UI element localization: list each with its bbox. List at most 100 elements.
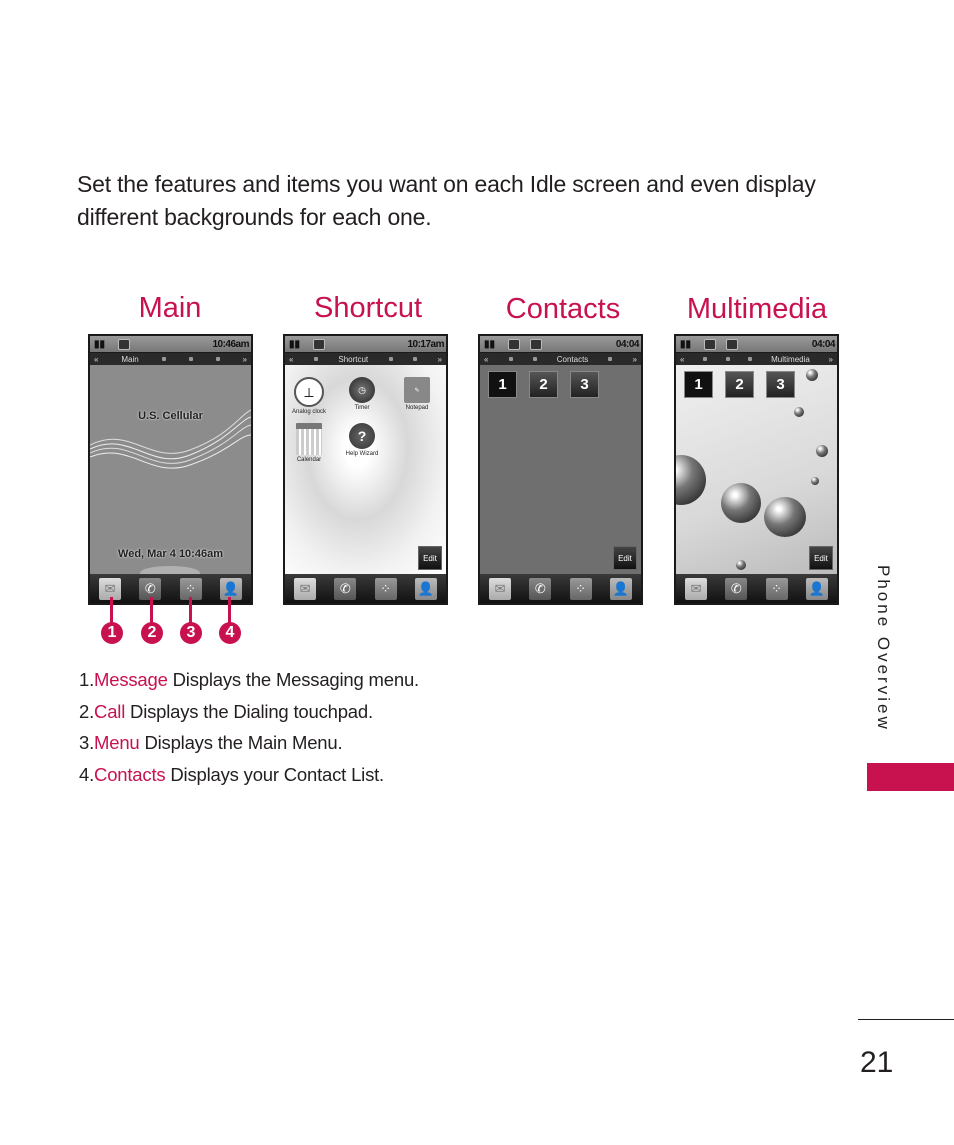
shortcut-timer[interactable]: ◷ Timer: [340, 377, 384, 411]
page-dot[interactable]: [313, 357, 318, 361]
shortcut-calendar[interactable]: Calendar: [287, 423, 331, 463]
tab-3[interactable]: 3: [570, 371, 599, 398]
next-screen-icon[interactable]: »: [829, 355, 833, 364]
callout-line: [189, 597, 192, 623]
prev-screen-icon[interactable]: «: [484, 355, 488, 364]
item-key: Call: [94, 700, 126, 722]
status-time: 10:46am: [212, 338, 249, 350]
contacts-icon[interactable]: 👤: [609, 577, 632, 600]
status-bar: ▮▮ 04:04: [480, 336, 641, 352]
section-side-label: Phone Overview: [874, 565, 893, 732]
page-dot[interactable]: [215, 357, 220, 361]
page-dot[interactable]: [413, 357, 418, 361]
item-number: 3.: [79, 732, 95, 753]
date-time: Wed, Mar 4 10:46am: [118, 548, 223, 560]
wallpaper: U.S. Cellular Wed, Mar 4 10:46am: [90, 365, 251, 574]
menu-icon[interactable]: ⁘: [374, 577, 397, 600]
page-dot[interactable]: [748, 357, 753, 361]
item-number: 2.: [79, 700, 95, 722]
dock: ✉ ✆ ⁘ 👤: [90, 574, 251, 603]
tab-3[interactable]: 3: [766, 371, 795, 398]
signal-icon: ▮▮: [94, 338, 106, 350]
callout-line: [228, 597, 231, 623]
call-icon[interactable]: ✆: [334, 577, 357, 600]
legend-item: 1.Message Displays the Messaging menu.: [79, 664, 419, 696]
shortcut-label: Notepad: [405, 405, 429, 411]
prev-screen-icon[interactable]: «: [94, 355, 98, 364]
shortcut-label: Calendar: [296, 457, 322, 463]
app-icon: [704, 338, 716, 350]
prev-screen-icon[interactable]: «: [680, 355, 684, 364]
shortcut-analog-clock[interactable]: ⟂ Analog clock: [287, 377, 331, 415]
phone-screen-main: ▮▮ 10:46am « Main » U.S. Cellular Wed, M…: [88, 334, 253, 605]
wallpaper: 1 2 3 Edit: [480, 365, 641, 574]
edit-button[interactable]: Edit: [809, 546, 833, 570]
carrier-name: U.S. Cellular: [138, 410, 203, 422]
screen-title-shortcut: Shortcut: [314, 292, 422, 324]
next-screen-icon[interactable]: »: [633, 355, 637, 364]
intro-paragraph: Set the features and items you want on e…: [77, 171, 816, 230]
nav-label: Contacts: [556, 354, 589, 364]
legend-list: 1.Message Displays the Messaging menu. 2…: [79, 664, 419, 790]
status-time: 04:04: [615, 338, 640, 350]
tab-2[interactable]: 2: [725, 371, 754, 398]
screen-navbar: « Multimedia »: [676, 353, 837, 365]
shortcut-label: Analog clock: [291, 409, 327, 415]
legend-item: 4.Contacts Displays your Contact List.: [79, 759, 419, 791]
page-dot[interactable]: [188, 357, 193, 361]
bubble: [794, 407, 804, 417]
wallpaper: ⟂ Analog clock ◷ Timer ✎ Notepad Calenda…: [285, 365, 446, 574]
bubble: [764, 497, 806, 537]
contacts-icon[interactable]: 👤: [805, 577, 828, 600]
page-dot[interactable]: [608, 357, 613, 361]
shortcut-notepad[interactable]: ✎ Notepad: [395, 377, 439, 411]
phone-screen-contacts: ▮▮ 04:04 « Contacts » 1 2 3 Edit ✉ ✆ ⁘ 👤: [478, 334, 643, 605]
menu-icon[interactable]: ⁘: [765, 577, 788, 600]
dock: ✉ ✆ ⁘ 👤: [285, 574, 446, 603]
nav-label: Main: [121, 354, 139, 364]
callout-2: 2: [141, 622, 163, 644]
tab-1[interactable]: 1: [488, 371, 517, 398]
page-dot[interactable]: [725, 357, 730, 361]
page-dot[interactable]: [703, 357, 708, 361]
tab-2[interactable]: 2: [529, 371, 558, 398]
item-desc: Displays the Dialing touchpad.: [125, 700, 373, 722]
shortcut-help-wizard[interactable]: ? Help Wizard: [340, 423, 384, 457]
wallpaper: 1 2 3 Edit: [676, 365, 837, 574]
menu-icon[interactable]: ⁘: [569, 577, 592, 600]
signal-icon: ▮▮: [680, 338, 692, 350]
callout-1: 1: [101, 622, 123, 644]
dock: ✉ ✆ ⁘ 👤: [676, 574, 837, 603]
nav-label: Multimedia: [771, 354, 810, 364]
prev-screen-icon[interactable]: «: [289, 355, 293, 364]
envelope-icon: [530, 338, 542, 350]
page-dot[interactable]: [388, 357, 393, 361]
tab-1[interactable]: 1: [684, 371, 713, 398]
page-dot[interactable]: [532, 357, 537, 361]
contacts-icon[interactable]: 👤: [414, 577, 437, 600]
status-bar: ▮▮ 04:04: [676, 336, 837, 352]
status-time: 04:04: [811, 338, 836, 350]
next-screen-icon[interactable]: »: [242, 355, 246, 364]
edit-button[interactable]: Edit: [418, 546, 442, 570]
nav-label: Shortcut: [338, 354, 369, 364]
bubble: [806, 369, 818, 381]
message-icon[interactable]: ✉: [489, 577, 512, 600]
page-dot[interactable]: [508, 357, 513, 361]
call-icon[interactable]: ✆: [529, 577, 552, 600]
screen-navbar: « Main »: [90, 353, 251, 365]
status-time: 10:17am: [407, 338, 444, 350]
next-screen-icon[interactable]: »: [438, 355, 442, 364]
call-icon[interactable]: ✆: [725, 577, 748, 600]
edit-button[interactable]: Edit: [613, 546, 637, 570]
message-icon[interactable]: ✉: [294, 577, 317, 600]
callout-3: 3: [180, 622, 202, 644]
screen-title-contacts: Contacts: [505, 293, 621, 325]
item-desc: Displays your Contact List.: [165, 763, 384, 785]
callout-line: [150, 597, 153, 623]
page-dot[interactable]: [161, 357, 166, 361]
message-icon[interactable]: ✉: [685, 577, 708, 600]
item-desc: Displays the Messaging menu.: [167, 669, 420, 690]
bubble: [736, 560, 746, 570]
footer-rule: [858, 1019, 954, 1020]
